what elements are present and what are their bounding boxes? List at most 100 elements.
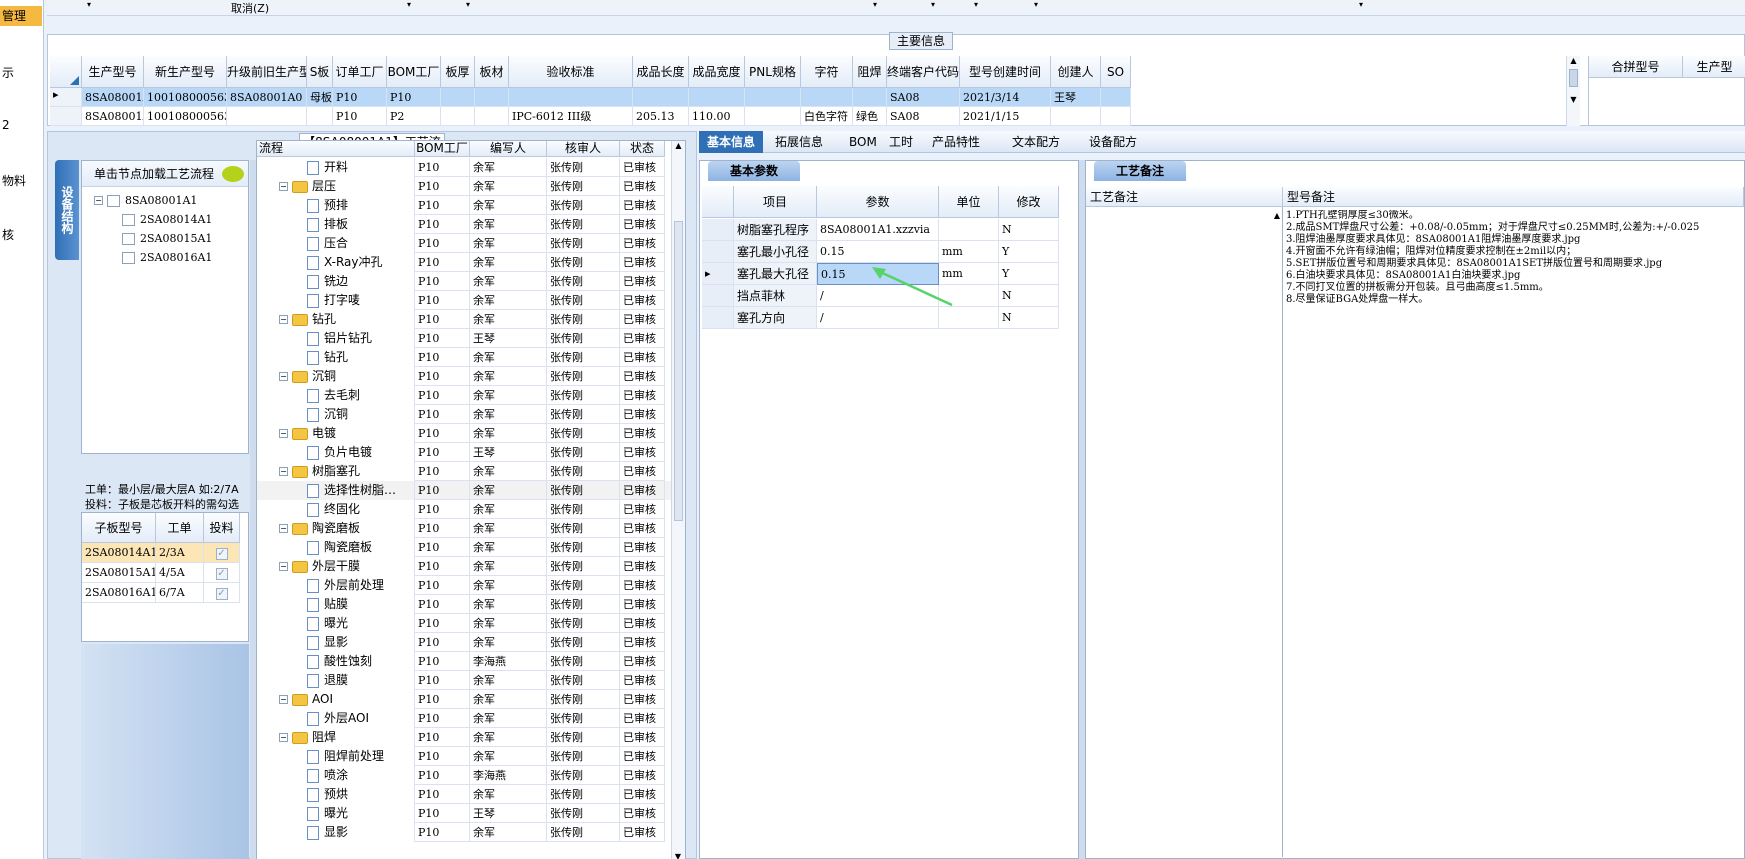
scroll-down-icon[interactable]: ▼ [1567,95,1580,104]
process-name-cell[interactable]: 退膜 [257,671,415,690]
tab-4[interactable]: 产品特性 [924,131,988,153]
table-cell[interactable]: 已审核 [620,766,665,785]
tab-5[interactable]: 文本配方 [1004,131,1068,153]
table-cell[interactable]: P10 [415,329,470,348]
table-cell[interactable] [801,88,853,107]
table-cell[interactable]: P10 [415,405,470,424]
table-cell[interactable]: 已审核 [620,481,665,500]
table-cell[interactable]: 张传刚 [547,557,620,576]
process-name-cell[interactable]: 铝片钻孔 [257,329,415,348]
process-name-cell[interactable]: − 阻焊 [257,728,415,747]
table-row[interactable]: 2SA08015A1 4/5A ✓ [82,563,240,583]
table-cell[interactable]: 已审核 [620,424,665,443]
main-col-header[interactable]: 型号创建时间 [960,56,1051,88]
process-row[interactable]: 喷涂 P10 李海燕 张传刚 已审核 [257,766,671,785]
main-info-scrollbar[interactable]: ▲ ▼ [1566,56,1580,126]
table-cell[interactable]: 10010800056348 [144,88,227,107]
table-row[interactable]: 塞孔最小孔径 0.15 mm Y [702,241,1062,263]
table-cell[interactable]: 已审核 [620,633,665,652]
table-cell[interactable]: P10 [415,633,470,652]
table-cell[interactable]: 已审核 [620,348,665,367]
collapse-icon[interactable]: − [94,196,103,205]
process-name-cell[interactable]: 喷涂 [257,766,415,785]
process-row[interactable]: − AOI P10 余军 张传刚 已审核 [257,690,671,709]
table-cell[interactable]: 已审核 [620,329,665,348]
table-cell[interactable]: 张传刚 [547,481,620,500]
table-cell[interactable] [475,107,509,126]
process-row[interactable]: 选择性树脂… P10 余军 张传刚 已审核 [257,481,671,500]
table-cell[interactable]: 挡点菲林 [734,285,817,307]
process-name-cell[interactable]: 钻孔 [257,348,415,367]
main-col-header[interactable]: 阻焊 [853,56,887,88]
nav-item-material[interactable]: 物料 [2,172,26,189]
table-cell[interactable]: 张传刚 [547,747,620,766]
process-notes-field[interactable]: ▲ [1086,207,1283,857]
table-cell[interactable]: 张传刚 [547,215,620,234]
process-row[interactable]: 沉铜 P10 余军 张传刚 已审核 [257,405,671,424]
table-cell[interactable]: 塞孔最小孔径 [734,241,817,263]
process-row[interactable]: 退膜 P10 余军 张传刚 已审核 [257,671,671,690]
table-cell[interactable]: 已审核 [620,823,665,842]
process-col-header[interactable]: 流程 [257,141,415,157]
nav-item-2[interactable]: 2 [2,118,10,132]
table-cell[interactable]: IPC-6012 III级 [509,107,633,126]
table-cell[interactable]: 张传刚 [547,310,620,329]
table-cell[interactable]: P10 [415,671,470,690]
table-cell[interactable]: P10 [415,804,470,823]
process-row[interactable]: 排板 P10 余军 张传刚 已审核 [257,215,671,234]
table-row[interactable]: ▸8SA08001A1100108000563488SA08001A0母板P10… [50,88,1131,107]
table-cell[interactable]: 张传刚 [547,424,620,443]
collapse-icon[interactable]: − [279,562,288,571]
process-row[interactable]: 阻焊前处理 P10 余军 张传刚 已审核 [257,747,671,766]
process-row[interactable]: X-Ray冲孔 P10 余军 张传刚 已审核 [257,253,671,272]
collapse-icon[interactable]: − [279,733,288,742]
table-cell[interactable]: Y [999,263,1059,285]
table-cell[interactable] [1051,107,1101,126]
tree-child[interactable]: 2SA08016A1 [122,250,212,264]
table-cell[interactable]: 余军 [470,405,547,424]
table-cell[interactable]: 已审核 [620,215,665,234]
table-cell[interactable]: 张传刚 [547,785,620,804]
table-cell[interactable] [745,88,801,107]
table-cell[interactable]: 母板 [307,88,333,107]
process-row[interactable]: 预排 P10 余军 张传刚 已审核 [257,196,671,215]
scroll-down-icon[interactable]: ▼ [672,852,684,859]
table-cell[interactable]: 张传刚 [547,538,620,557]
main-col-header[interactable]: PNL规格 [745,56,801,88]
process-row[interactable]: 铝片钻孔 P10 王琴 张传刚 已审核 [257,329,671,348]
table-cell[interactable]: 余军 [470,614,547,633]
process-row[interactable]: 酸性蚀刻 P10 李海燕 张传刚 已审核 [257,652,671,671]
table-cell[interactable]: 已审核 [620,196,665,215]
process-name-cell[interactable]: 陶瓷磨板 [257,538,415,557]
table-cell[interactable]: P10 [415,823,470,842]
table-cell[interactable]: 已审核 [620,310,665,329]
table-cell[interactable]: 余军 [470,158,547,177]
table-cell[interactable]: 已审核 [620,519,665,538]
table-cell[interactable]: 张传刚 [547,690,620,709]
table-cell[interactable]: 已审核 [620,462,665,481]
table-cell[interactable]: 已审核 [620,614,665,633]
tab-2[interactable]: BOM [841,131,885,153]
table-cell[interactable]: 余军 [470,709,547,728]
table-cell[interactable]: 张传刚 [547,633,620,652]
table-cell[interactable]: 王琴 [1051,88,1101,107]
main-col-header[interactable]: 生产型号 [82,56,144,88]
table-cell[interactable]: 张传刚 [547,519,620,538]
table-cell[interactable]: 张传刚 [547,329,620,348]
table-cell[interactable]: 余军 [470,234,547,253]
table-cell[interactable]: 王琴 [470,804,547,823]
table-cell[interactable]: 2SA08016A1 [82,583,156,603]
table-cell[interactable]: 余军 [470,538,547,557]
table-cell[interactable]: 已审核 [620,747,665,766]
tree-child[interactable]: 2SA08015A1 [122,231,212,245]
table-cell[interactable]: 已审核 [620,690,665,709]
model-notes-field[interactable]: 1.PTH孔壁铜厚度≤30微米。 2.成品SMT焊盘尺寸公差：+0.08/-0.0… [1286,210,1744,306]
process-name-cell[interactable]: X-Ray冲孔 [257,253,415,272]
table-cell[interactable]: 已审核 [620,386,665,405]
table-cell[interactable]: 余军 [470,519,547,538]
table-cell[interactable]: 张传刚 [547,158,620,177]
table-cell[interactable]: 张传刚 [547,234,620,253]
table-row[interactable]: 8SA08001A010010800056348 P10P2 IPC-6012 II… [50,107,1131,126]
table-cell[interactable]: 已审核 [620,709,665,728]
table-cell[interactable]: 110.00 [689,107,745,126]
